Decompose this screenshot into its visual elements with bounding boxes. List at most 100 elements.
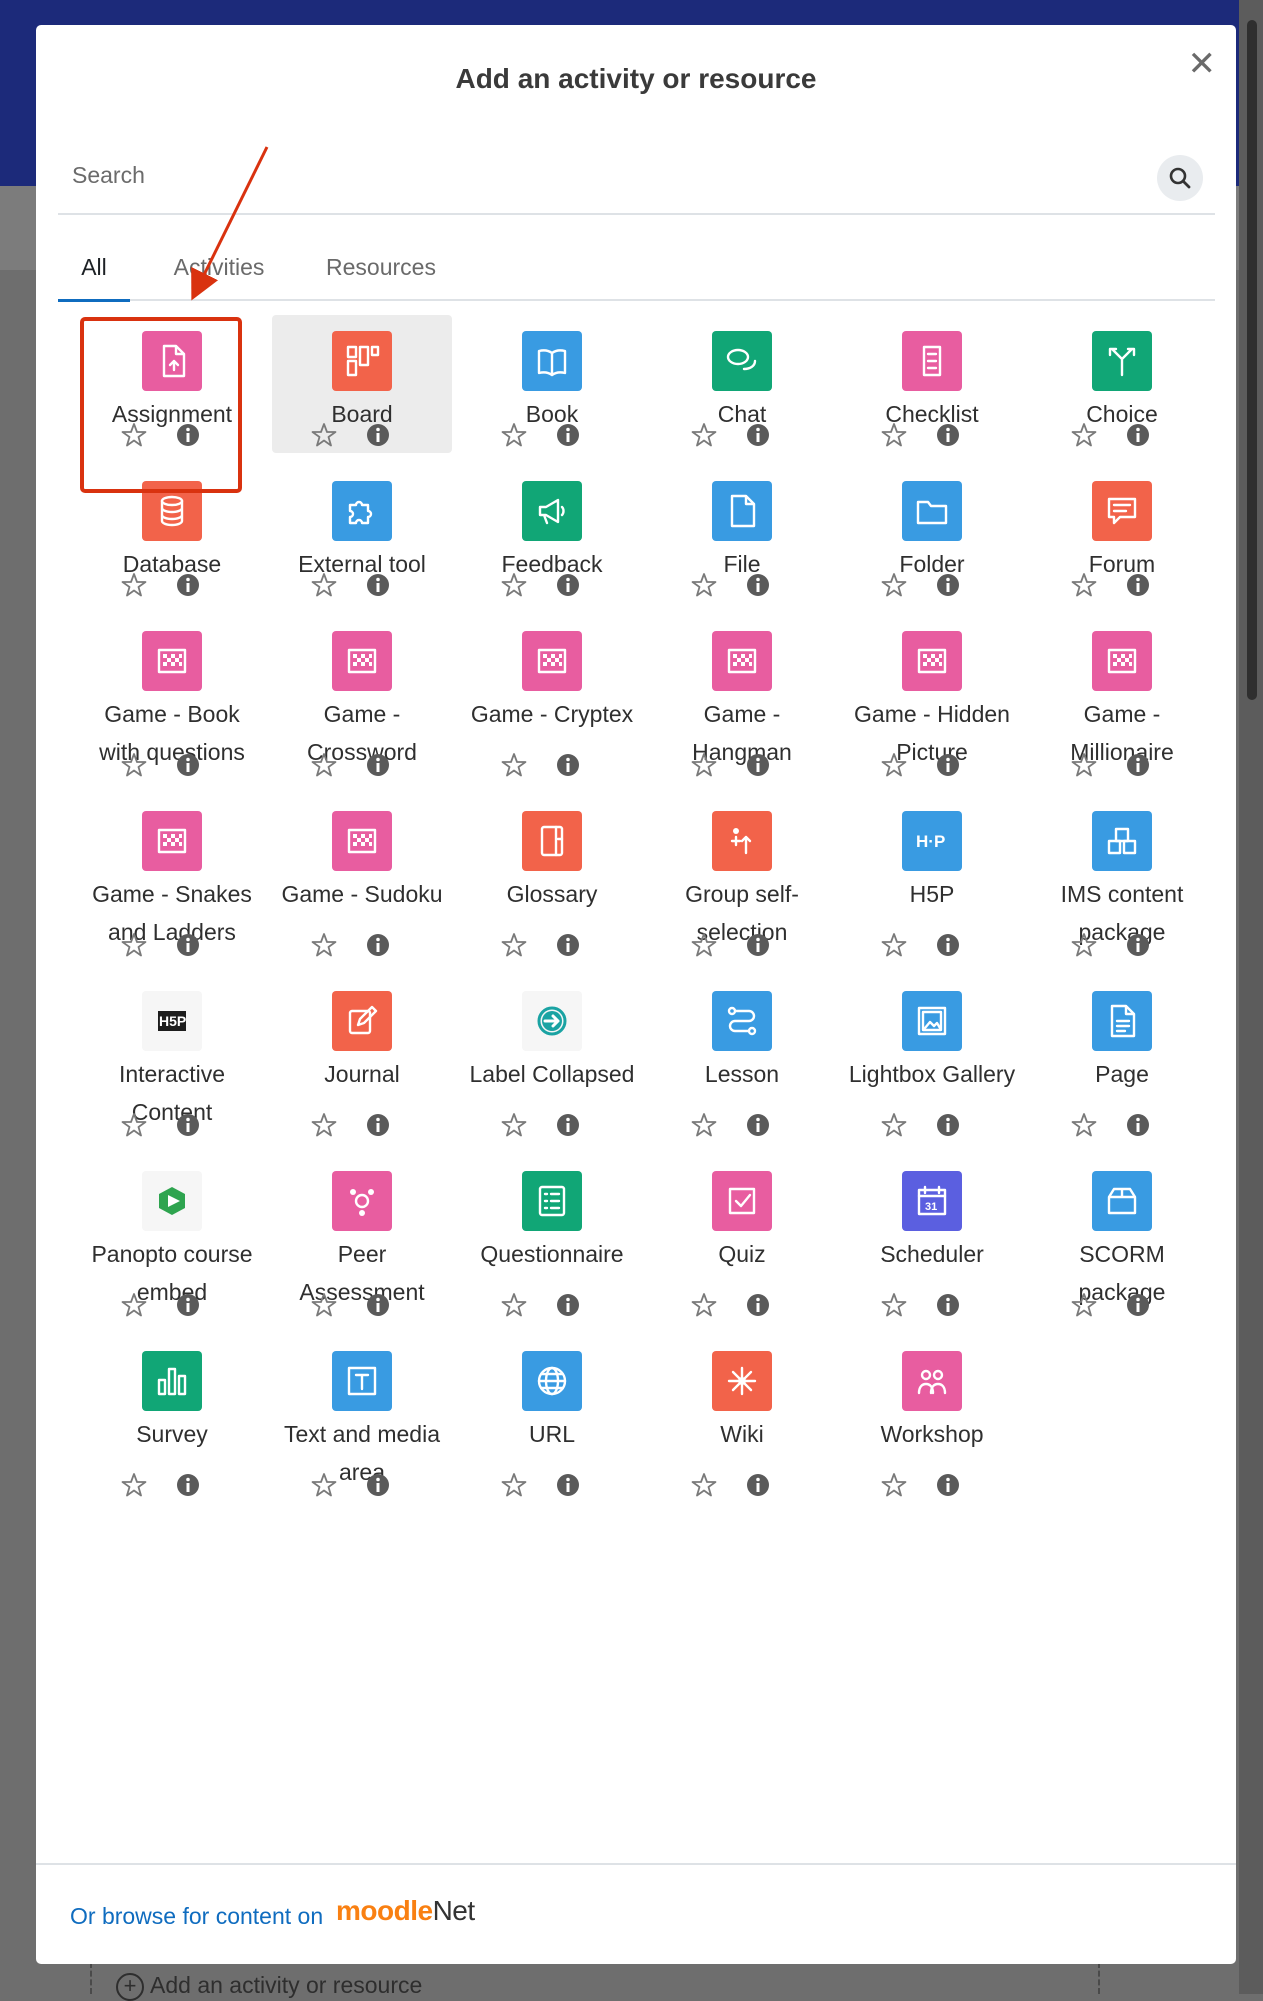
browse-moodlenet-link[interactable]: Or browse for content on xyxy=(70,1903,323,1930)
star-icon[interactable] xyxy=(500,1111,528,1139)
activity-item[interactable]: Peer Assessment xyxy=(272,1155,452,1323)
star-icon[interactable] xyxy=(310,1471,338,1499)
info-icon[interactable] xyxy=(744,571,772,599)
info-icon[interactable] xyxy=(174,751,202,779)
search-input[interactable] xyxy=(58,153,1146,197)
info-icon[interactable] xyxy=(1124,1111,1152,1139)
activity-item[interactable]: H5P Interactive Content xyxy=(82,975,262,1143)
info-icon[interactable] xyxy=(364,1291,392,1319)
star-icon[interactable] xyxy=(310,1291,338,1319)
activity-item[interactable]: Checklist xyxy=(842,315,1022,453)
star-icon[interactable] xyxy=(690,931,718,959)
activity-item[interactable]: Board xyxy=(272,315,452,453)
star-icon[interactable] xyxy=(690,421,718,449)
star-icon[interactable] xyxy=(500,1471,528,1499)
star-icon[interactable] xyxy=(310,571,338,599)
activity-item[interactable]: External tool xyxy=(272,465,452,603)
info-icon[interactable] xyxy=(364,751,392,779)
scrollbar-thumb[interactable] xyxy=(1247,20,1257,700)
star-icon[interactable] xyxy=(880,421,908,449)
star-icon[interactable] xyxy=(1070,421,1098,449)
info-icon[interactable] xyxy=(364,1111,392,1139)
info-icon[interactable] xyxy=(364,931,392,959)
star-icon[interactable] xyxy=(310,421,338,449)
star-icon[interactable] xyxy=(880,571,908,599)
star-icon[interactable] xyxy=(1070,571,1098,599)
info-icon[interactable] xyxy=(364,571,392,599)
tab-all[interactable]: All xyxy=(58,237,130,302)
activity-item[interactable]: URL xyxy=(462,1335,642,1503)
activity-item[interactable]: Game - Crossword xyxy=(272,615,452,783)
activity-item[interactable]: Forum xyxy=(1032,465,1212,603)
activity-item[interactable]: Game - Snakes and Ladders xyxy=(82,795,262,963)
info-icon[interactable] xyxy=(744,1471,772,1499)
activity-item[interactable]: Panopto course embed xyxy=(82,1155,262,1323)
star-icon[interactable] xyxy=(690,751,718,779)
info-icon[interactable] xyxy=(1124,931,1152,959)
activity-item[interactable]: Survey xyxy=(82,1335,262,1503)
activity-item[interactable]: Text and media area xyxy=(272,1335,452,1503)
info-icon[interactable] xyxy=(364,421,392,449)
info-icon[interactable] xyxy=(744,421,772,449)
info-icon[interactable] xyxy=(934,751,962,779)
info-icon[interactable] xyxy=(934,421,962,449)
info-icon[interactable] xyxy=(554,1291,582,1319)
star-icon[interactable] xyxy=(310,1111,338,1139)
activity-item[interactable]: Label Collapsed xyxy=(462,975,642,1143)
star-icon[interactable] xyxy=(690,1111,718,1139)
info-icon[interactable] xyxy=(174,571,202,599)
moodlenet-logo[interactable]: moodleNet xyxy=(336,1895,475,1927)
activity-item[interactable]: SCORM package xyxy=(1032,1155,1212,1323)
info-icon[interactable] xyxy=(554,1111,582,1139)
info-icon[interactable] xyxy=(554,1471,582,1499)
activity-item[interactable]: Folder xyxy=(842,465,1022,603)
star-icon[interactable] xyxy=(120,1291,148,1319)
activity-item[interactable]: Group self-selection xyxy=(652,795,832,963)
info-icon[interactable] xyxy=(1124,751,1152,779)
activity-item[interactable]: Quiz xyxy=(652,1155,832,1323)
info-icon[interactable] xyxy=(554,751,582,779)
activity-item[interactable]: Game - Millionaire xyxy=(1032,615,1212,783)
info-icon[interactable] xyxy=(364,1471,392,1499)
activity-item[interactable]: Page xyxy=(1032,975,1212,1143)
star-icon[interactable] xyxy=(1070,1111,1098,1139)
info-icon[interactable] xyxy=(1124,1291,1152,1319)
info-icon[interactable] xyxy=(554,421,582,449)
activity-item[interactable]: Game - Hangman xyxy=(652,615,832,783)
star-icon[interactable] xyxy=(1070,751,1098,779)
star-icon[interactable] xyxy=(1070,1291,1098,1319)
activity-item[interactable]: File xyxy=(652,465,832,603)
star-icon[interactable] xyxy=(500,421,528,449)
star-icon[interactable] xyxy=(1070,931,1098,959)
star-icon[interactable] xyxy=(500,931,528,959)
activity-item[interactable]: Database xyxy=(82,465,262,603)
info-icon[interactable] xyxy=(934,1111,962,1139)
activity-item[interactable]: Assignment xyxy=(82,315,262,453)
activity-item[interactable]: Game - Hidden Picture xyxy=(842,615,1022,783)
tab-resources[interactable]: Resources xyxy=(306,237,456,299)
activity-item[interactable]: IMS content package xyxy=(1032,795,1212,963)
star-icon[interactable] xyxy=(310,751,338,779)
activity-item[interactable]: Choice xyxy=(1032,315,1212,453)
activity-item[interactable]: Book xyxy=(462,315,642,453)
activity-item[interactable]: Game - Cryptex xyxy=(462,615,642,783)
info-icon[interactable] xyxy=(554,931,582,959)
info-icon[interactable] xyxy=(934,1471,962,1499)
page-scrollbar[interactable] xyxy=(1239,0,1263,1994)
activity-item[interactable]: Game - Book with questions xyxy=(82,615,262,783)
star-icon[interactable] xyxy=(880,931,908,959)
activity-item[interactable]: 31 Scheduler xyxy=(842,1155,1022,1323)
star-icon[interactable] xyxy=(120,421,148,449)
close-icon[interactable]: ✕ xyxy=(1188,47,1217,81)
star-icon[interactable] xyxy=(500,1291,528,1319)
info-icon[interactable] xyxy=(744,751,772,779)
activity-item[interactable]: Lesson xyxy=(652,975,832,1143)
info-icon[interactable] xyxy=(744,931,772,959)
star-icon[interactable] xyxy=(880,1291,908,1319)
star-icon[interactable] xyxy=(120,751,148,779)
star-icon[interactable] xyxy=(500,571,528,599)
activity-item[interactable]: Feedback xyxy=(462,465,642,603)
info-icon[interactable] xyxy=(1124,571,1152,599)
tab-activities[interactable]: Activities xyxy=(154,237,284,299)
star-icon[interactable] xyxy=(500,751,528,779)
